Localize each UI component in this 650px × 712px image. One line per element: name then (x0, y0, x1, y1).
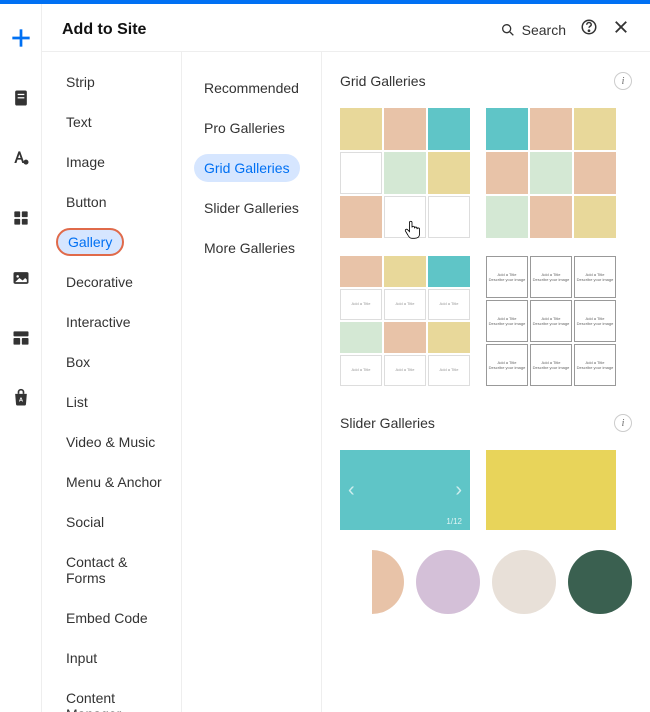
search-button[interactable]: Search (500, 22, 566, 38)
cat-decorative[interactable]: Decorative (56, 268, 143, 296)
cat-gallery[interactable]: Gallery (56, 228, 124, 256)
cat-button[interactable]: Button (56, 188, 116, 216)
panel-header: Add to Site Search (42, 4, 650, 52)
info-icon[interactable]: i (614, 414, 632, 432)
sub-slider-galleries[interactable]: Slider Galleries (194, 194, 309, 222)
grid-gallery-preview-3[interactable]: Add a TitleAdd a TitleAdd a Title Add a … (340, 256, 470, 386)
main-container: A Add to Site Search Strip Text (0, 4, 650, 712)
preview-column: Grid Galleries i (322, 52, 650, 712)
cat-strip[interactable]: Strip (56, 68, 105, 96)
cat-menu-anchor[interactable]: Menu & Anchor (56, 468, 172, 496)
cat-contact-forms[interactable]: Contact & Forms (56, 548, 181, 592)
cat-input[interactable]: Input (56, 644, 107, 672)
cat-embed[interactable]: Embed Code (56, 604, 158, 632)
slider-gallery-preview-2[interactable] (486, 450, 616, 530)
subcategory-column: Recommended Pro Galleries Grid Galleries… (182, 52, 322, 712)
slider-gallery-preview-1[interactable]: ‹ › 1/12 (340, 450, 470, 530)
info-icon[interactable]: i (614, 72, 632, 90)
sub-grid-galleries[interactable]: Grid Galleries (194, 154, 300, 182)
sub-recommended[interactable]: Recommended (194, 74, 309, 102)
cat-social[interactable]: Social (56, 508, 114, 536)
circle-thumb-4 (568, 550, 632, 614)
category-column: Strip Text Image Button Gallery Decorati… (42, 52, 182, 712)
search-label: Search (522, 22, 566, 38)
circle-thumb-2 (416, 550, 480, 614)
panel-title: Add to Site (62, 21, 500, 39)
grid-galleries-section: Grid Galleries i (340, 72, 632, 386)
circle-thumb-3 (492, 550, 556, 614)
circle-thumb-1 (340, 550, 404, 614)
apps-icon[interactable] (5, 202, 37, 234)
circle-slider-preview[interactable] (340, 550, 632, 614)
page-icon[interactable] (5, 82, 37, 114)
sub-pro-galleries[interactable]: Pro Galleries (194, 114, 295, 142)
grid-gallery-preview-4[interactable]: Add a TitleDescribe your image Add a Tit… (486, 256, 616, 386)
panel-body: Strip Text Image Button Gallery Decorati… (42, 52, 650, 712)
header-actions: Search (500, 18, 630, 41)
slide-counter: 1/12 (446, 517, 462, 526)
grid-gallery-preview-1[interactable] (340, 108, 470, 238)
add-panel: Add to Site Search Strip Text Image But (42, 4, 650, 712)
cat-interactive[interactable]: Interactive (56, 308, 141, 336)
cat-box[interactable]: Box (56, 348, 100, 376)
chevron-right-icon: › (455, 479, 462, 502)
slider-section-title: Slider Galleries (340, 415, 435, 431)
cat-text[interactable]: Text (56, 108, 102, 136)
store-icon[interactable]: A (5, 382, 37, 414)
slider-galleries-section: Slider Galleries i ‹ › 1/12 (340, 414, 632, 614)
close-icon[interactable] (612, 18, 630, 41)
cat-image[interactable]: Image (56, 148, 115, 176)
text-style-icon[interactable] (5, 142, 37, 174)
plus-icon[interactable] (5, 22, 37, 54)
help-icon[interactable] (580, 18, 598, 41)
chevron-left-icon: ‹ (348, 479, 355, 502)
icon-rail: A (0, 4, 42, 712)
cat-content-manager[interactable]: Content Manager (56, 684, 181, 712)
cat-list[interactable]: List (56, 388, 98, 416)
grid-gallery-preview-2[interactable] (486, 108, 616, 238)
sub-more-galleries[interactable]: More Galleries (194, 234, 305, 262)
section-icon[interactable] (5, 322, 37, 354)
grid-section-title: Grid Galleries (340, 73, 426, 89)
cat-video-music[interactable]: Video & Music (56, 428, 165, 456)
media-icon[interactable] (5, 262, 37, 294)
